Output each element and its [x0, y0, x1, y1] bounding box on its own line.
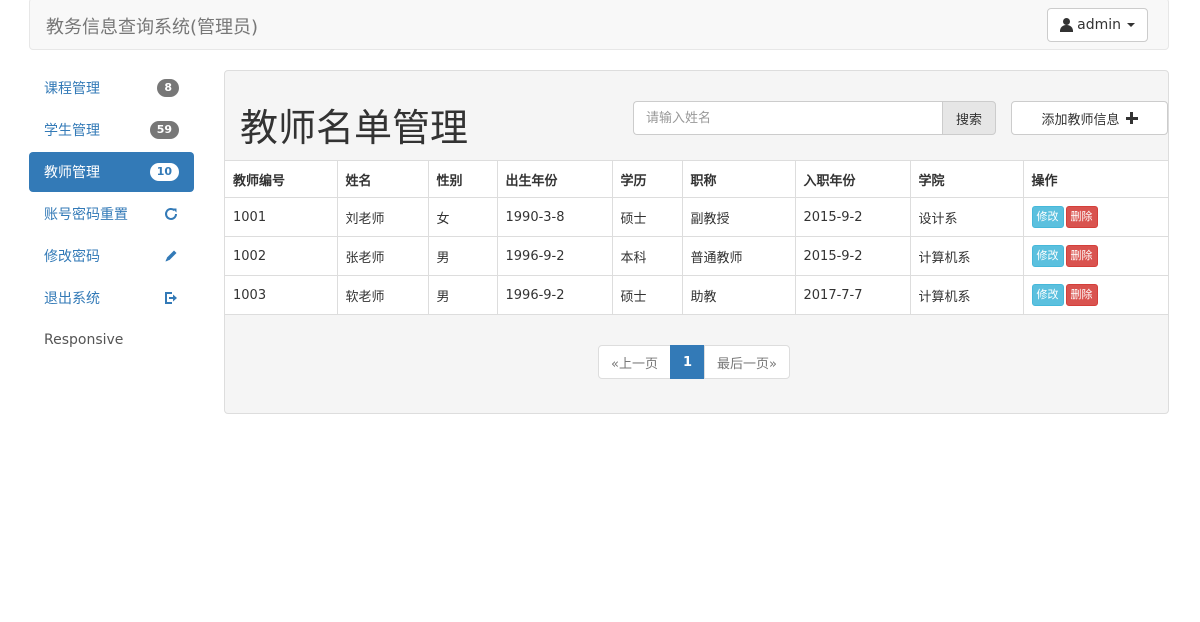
- cell-id: 1003: [225, 275, 338, 315]
- app-brand[interactable]: 教务信息查询系统(管理员): [46, 13, 258, 39]
- caret-down-icon: [1127, 23, 1135, 27]
- cell-id: 1001: [225, 197, 338, 237]
- last-page-link[interactable]: 最后一页»: [704, 345, 790, 379]
- teacher-table: 教师编号 姓名 性别 出生年份 学历 职称 入职年份 学院 操作 1001 刘老…: [225, 160, 1168, 315]
- sidebar-item-label: 课程管理: [44, 81, 100, 97]
- cell-gender: 男: [427, 236, 498, 276]
- cell-name: 软老师: [336, 275, 429, 315]
- count-badge: 59: [149, 121, 179, 139]
- cell-birth: 1996-9-2: [496, 236, 613, 276]
- page-title: 教师名单管理: [240, 106, 469, 150]
- sidebar-item-label: 账号密码重置: [44, 207, 128, 223]
- cell-birth: 1996-9-2: [496, 275, 613, 315]
- current-page[interactable]: 1: [669, 345, 706, 379]
- cell-college: 设计系: [909, 197, 1024, 237]
- add-teacher-button[interactable]: 添加教师信息: [1011, 101, 1168, 135]
- sidebar-item-logout[interactable]: 退出系统: [29, 278, 194, 318]
- add-teacher-label: 添加教师信息: [1041, 112, 1120, 128]
- sidebar: 课程管理 8 学生管理 59 教师管理 10 账号密码重置 修改密码 退出系统 …: [29, 68, 194, 360]
- search-input[interactable]: [633, 101, 942, 135]
- sidebar-item-reset-password[interactable]: 账号密码重置: [29, 194, 194, 234]
- user-icon: [1060, 18, 1074, 32]
- sidebar-item-teachers[interactable]: 教师管理 10: [29, 152, 194, 192]
- table-row: 1003 软老师 男 1996-9-2 硕士 助教 2017-7-7 计算机系 …: [225, 275, 1168, 315]
- column-header: 教师编号: [225, 160, 338, 198]
- cell-title: 普通教师: [681, 236, 796, 276]
- sidebar-item-change-password[interactable]: 修改密码: [29, 236, 194, 276]
- edit-button[interactable]: 修改: [1031, 245, 1064, 267]
- column-header: 学历: [611, 160, 683, 198]
- cell-college: 计算机系: [909, 236, 1024, 276]
- cell-name: 刘老师: [336, 197, 429, 237]
- count-badge: 10: [149, 163, 179, 181]
- cell-degree: 本科: [611, 236, 683, 276]
- cell-degree: 硕士: [611, 275, 683, 315]
- pagination: «上一页 1 最后一页»: [598, 345, 790, 379]
- edit-button[interactable]: 修改: [1031, 284, 1064, 306]
- delete-button[interactable]: 删除: [1065, 245, 1098, 267]
- table-header-row: 教师编号 姓名 性别 出生年份 学历 职称 入职年份 学院 操作: [225, 160, 1168, 198]
- cell-actions: 修改 删除: [1022, 197, 1168, 237]
- sidebar-item-label: 退出系统: [44, 291, 100, 307]
- main-panel: 教师名单管理 搜索 添加教师信息 教师编号 姓名 性别 出生年份 学历 职称 入…: [224, 70, 1169, 414]
- cell-title: 副教授: [681, 197, 796, 237]
- cell-hire-date: 2015-9-2: [794, 197, 911, 237]
- cell-gender: 男: [427, 275, 498, 315]
- cell-college: 计算机系: [909, 275, 1024, 315]
- column-header: 入职年份: [794, 160, 911, 198]
- column-header: 职称: [681, 160, 796, 198]
- cell-hire-date: 2017-7-7: [794, 275, 911, 315]
- table-row: 1002 张老师 男 1996-9-2 本科 普通教师 2015-9-2 计算机…: [225, 236, 1168, 276]
- count-badge: 8: [157, 79, 179, 97]
- prev-page-link[interactable]: «上一页: [598, 345, 671, 379]
- column-header: 学院: [909, 160, 1024, 198]
- cell-birth: 1990-3-8: [496, 197, 613, 237]
- column-header: 性别: [427, 160, 498, 198]
- sidebar-item-students[interactable]: 学生管理 59: [29, 110, 194, 150]
- cell-id: 1002: [225, 236, 338, 276]
- cell-gender: 女: [427, 197, 498, 237]
- sidebar-item-label: 学生管理: [44, 123, 100, 139]
- cell-actions: 修改 删除: [1022, 236, 1168, 276]
- user-label: admin: [1077, 17, 1121, 33]
- sidebar-footer-text: Responsive: [44, 332, 124, 348]
- edit-button[interactable]: 修改: [1031, 206, 1064, 228]
- sidebar-item-courses[interactable]: 课程管理 8: [29, 68, 194, 108]
- table-row: 1001 刘老师 女 1990-3-8 硕士 副教授 2015-9-2 设计系 …: [225, 197, 1168, 237]
- pencil-icon: [165, 250, 177, 262]
- column-header: 操作: [1022, 160, 1168, 198]
- navbar: 教务信息查询系统(管理员) admin: [29, 0, 1169, 50]
- cell-degree: 硕士: [611, 197, 683, 237]
- user-menu-button[interactable]: admin: [1047, 8, 1148, 42]
- delete-button[interactable]: 删除: [1065, 284, 1098, 306]
- search-group: 搜索: [633, 101, 996, 135]
- delete-button[interactable]: 删除: [1065, 206, 1098, 228]
- column-header: 姓名: [336, 160, 429, 198]
- cell-hire-date: 2015-9-2: [794, 236, 911, 276]
- cell-actions: 修改 删除: [1022, 275, 1168, 315]
- cell-title: 助教: [681, 275, 796, 315]
- plus-icon: [1125, 112, 1138, 124]
- sidebar-item-label: 教师管理: [44, 165, 100, 181]
- sidebar-item-label: 修改密码: [44, 249, 100, 265]
- refresh-icon: [165, 207, 177, 220]
- cell-name: 张老师: [336, 236, 429, 276]
- search-button[interactable]: 搜索: [942, 101, 996, 135]
- column-header: 出生年份: [496, 160, 613, 198]
- logout-icon: [165, 292, 177, 304]
